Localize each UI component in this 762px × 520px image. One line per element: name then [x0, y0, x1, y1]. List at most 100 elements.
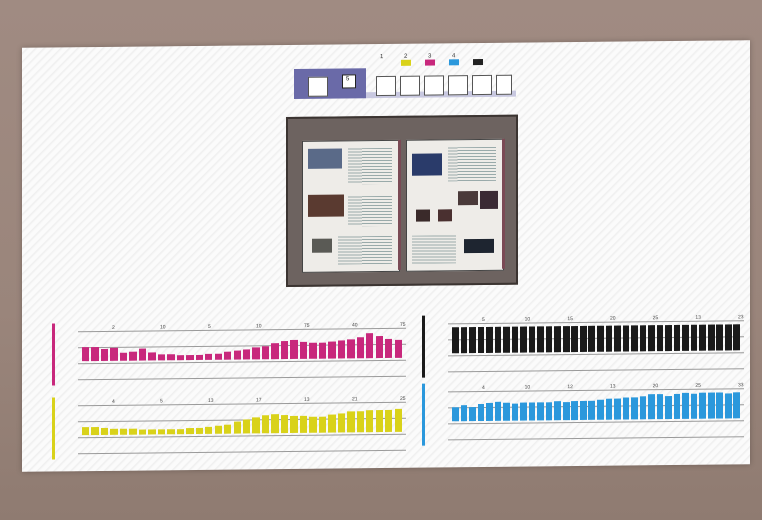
chart-bar	[622, 397, 630, 420]
print-preview-image[interactable]	[286, 114, 518, 288]
chart-bar	[82, 427, 90, 436]
tab-page-5[interactable]	[448, 75, 468, 96]
magenta-swatch	[425, 59, 435, 66]
chart-bar	[318, 417, 327, 433]
tick-label: 33	[738, 382, 744, 389]
tick-label: 23	[738, 314, 744, 321]
chart-bar	[328, 341, 336, 359]
chart-bar	[271, 413, 279, 434]
chart-bar	[494, 401, 502, 421]
tab-page-6[interactable]	[472, 74, 492, 96]
chart-bar	[195, 354, 204, 360]
chart-bar	[579, 325, 587, 352]
chart-bar	[716, 392, 724, 419]
chart-bar	[91, 346, 99, 362]
projector-screen: 5 1 2 3 4 2 10 5 10 75 40 75 5 10 15 20 …	[22, 40, 750, 472]
tick-label: 20	[652, 383, 659, 390]
chart-bar	[486, 326, 493, 353]
chart-bar	[280, 414, 289, 434]
grid-line	[448, 436, 744, 441]
chart-bar	[385, 409, 393, 433]
chart-bar	[186, 428, 194, 435]
chart-bar	[469, 406, 476, 422]
chart-bar	[148, 429, 156, 435]
chart-bar	[243, 419, 251, 434]
tab-page-3[interactable]	[400, 75, 420, 96]
tab-page-current[interactable]: 5	[342, 74, 356, 89]
chart-bar	[682, 324, 689, 351]
chart-bar	[579, 400, 587, 420]
chart-bar	[571, 325, 579, 353]
tab-page-7[interactable]	[496, 74, 512, 95]
chart-bar	[554, 401, 561, 421]
chart-bar	[665, 325, 672, 352]
tick-label: 2	[112, 324, 115, 331]
tick-label: 20	[610, 315, 616, 322]
chart-bar	[665, 395, 672, 420]
chart-bar	[157, 429, 166, 435]
page-toolbar: 5 1 2 3 4	[294, 53, 516, 99]
chart-bar	[356, 411, 365, 433]
magenta-chart-panel: 2 10 5 10 75 40 75	[52, 320, 410, 386]
chart-bar	[100, 427, 109, 435]
grid-line	[78, 375, 406, 381]
chart-bar	[452, 406, 459, 422]
photo-block	[458, 191, 478, 206]
chart-bar	[690, 324, 698, 351]
text-block	[448, 146, 496, 182]
tick-label: 5	[208, 323, 211, 330]
bar-area	[452, 324, 742, 354]
tab-page-2[interactable]	[376, 75, 396, 97]
chart-bar	[614, 398, 621, 420]
text-block	[348, 147, 392, 185]
chart-bar	[224, 351, 232, 360]
chart-bar	[375, 335, 383, 359]
chart-bar	[460, 327, 468, 354]
photo-block	[438, 209, 452, 222]
chart-bar	[119, 428, 128, 435]
photo-block	[308, 194, 344, 217]
chart-bar	[129, 351, 137, 361]
chart-bar	[252, 347, 260, 360]
chart-bar	[224, 424, 232, 434]
tick-label: 25	[652, 315, 659, 322]
tick-label: 5	[482, 316, 485, 323]
chart-bar	[545, 402, 553, 421]
chart-bar	[347, 338, 355, 359]
chart-bar	[82, 346, 90, 362]
tick-label: 10	[256, 323, 262, 330]
text-block	[338, 235, 392, 265]
tick-label: 13	[304, 396, 310, 403]
photo-block	[308, 148, 342, 169]
chart-bar	[520, 326, 527, 353]
chart-bar	[91, 427, 99, 436]
chart-bar	[261, 415, 270, 434]
chart-bar	[394, 339, 402, 358]
chart-bar	[673, 394, 681, 419]
chart-bar	[477, 326, 485, 354]
chart-bar	[176, 428, 185, 435]
chart-bar	[290, 339, 298, 360]
chart-bar	[528, 326, 536, 353]
photo-block	[412, 153, 442, 176]
chart-bar	[639, 395, 647, 420]
chart-bar	[571, 401, 579, 421]
chart-bar	[648, 394, 655, 420]
tick-label: 75	[400, 321, 406, 328]
chart-bar	[699, 324, 706, 351]
chart-bar	[622, 325, 630, 352]
chart-bar	[167, 429, 175, 435]
photo-block	[480, 190, 498, 210]
tab-page-4[interactable]	[424, 75, 444, 96]
bar-area	[452, 392, 742, 422]
chart-bar	[366, 410, 374, 433]
chart-bar	[271, 343, 279, 360]
chart-bar	[138, 348, 147, 361]
chart-bar	[656, 325, 664, 352]
chart-bar	[733, 392, 741, 419]
tab-page-1[interactable]	[308, 76, 328, 97]
photo-block	[416, 209, 430, 222]
chart-bar	[537, 326, 544, 353]
chart-bar	[394, 408, 402, 432]
chart-bar	[119, 352, 128, 361]
